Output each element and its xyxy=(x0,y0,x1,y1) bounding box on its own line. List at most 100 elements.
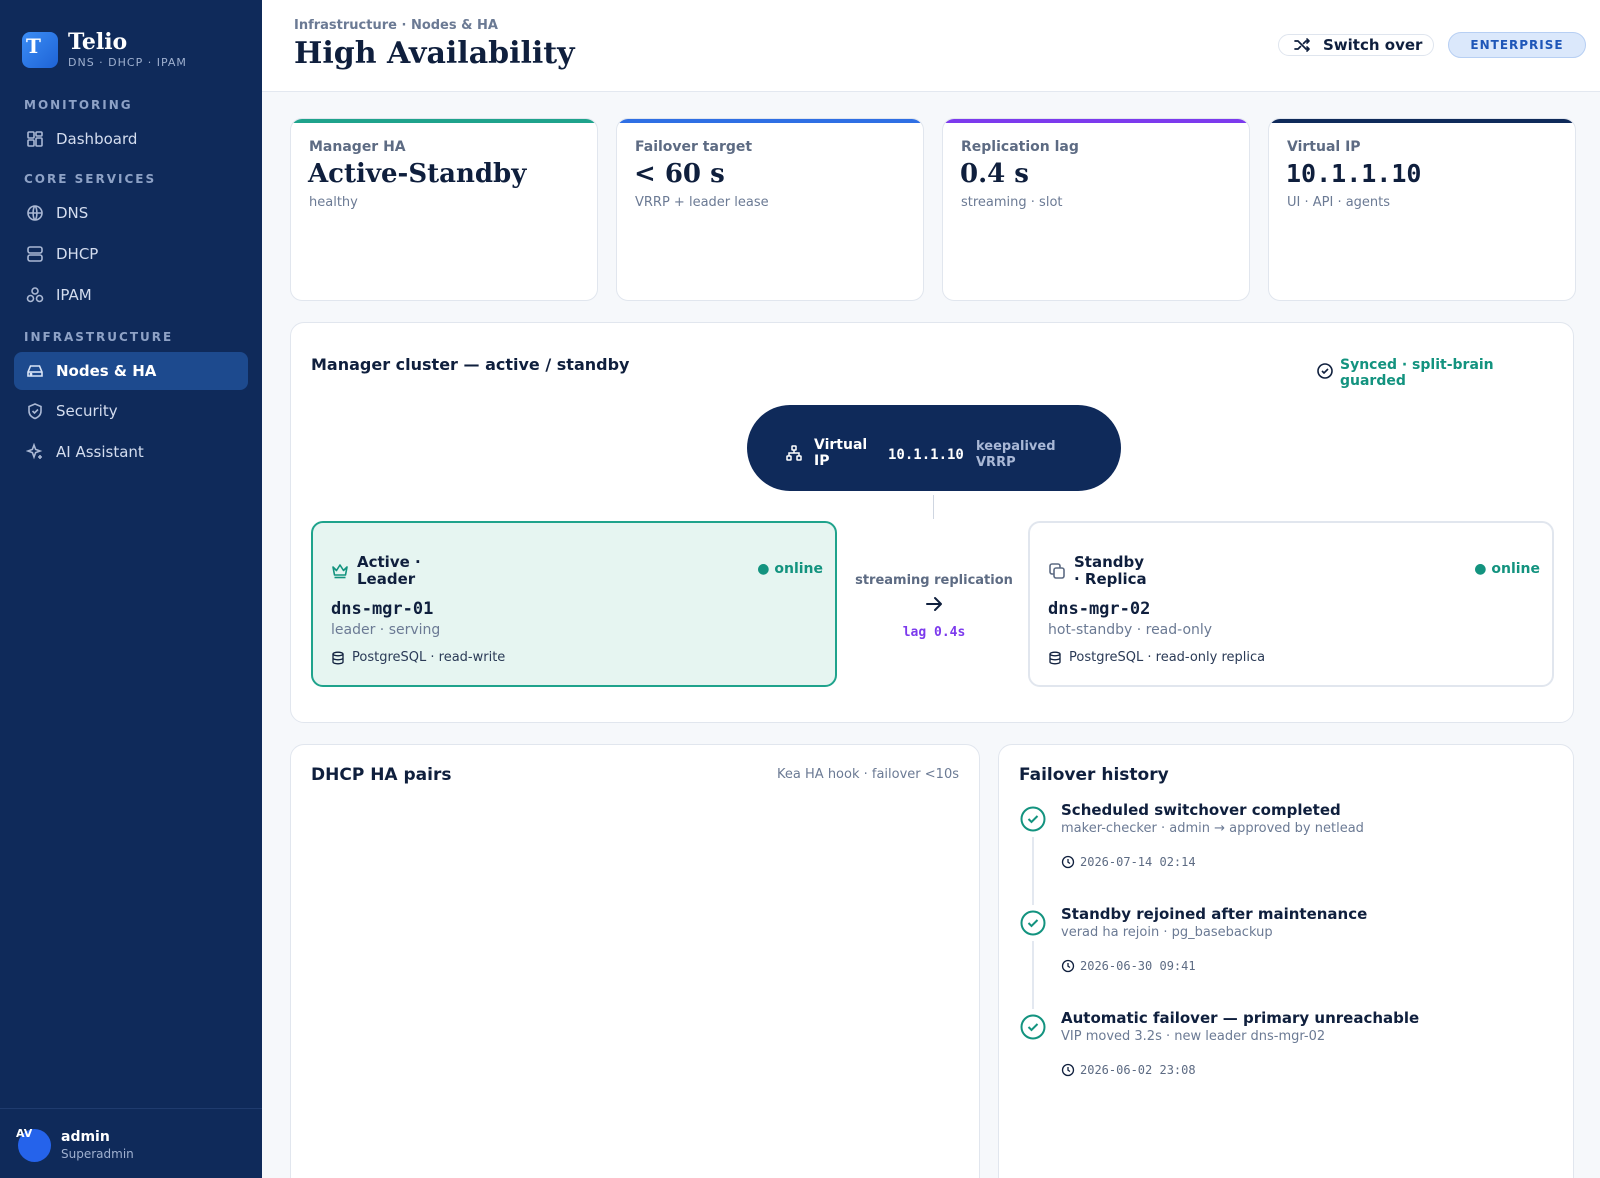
event-title: Automatic failover — primary unreachable xyxy=(1061,1009,1420,1027)
dhcp-panel-title: DHCP HA pairs xyxy=(311,765,452,785)
node-role: Standby · Replica xyxy=(1048,554,1154,588)
user-profile[interactable]: AV admin Superadmin xyxy=(0,1108,262,1178)
event-detail: maker-checker · admin → approved by netl… xyxy=(1061,821,1364,836)
sidebar-item-dhcp[interactable]: DHCP xyxy=(14,235,248,273)
check-circle-icon xyxy=(1020,910,1046,936)
server-icon xyxy=(27,246,43,262)
sidebar-item-label: AI Assistant xyxy=(56,443,144,461)
node-role: Active · Leader xyxy=(331,554,437,588)
event-title: Standby rejoined after maintenance xyxy=(1061,905,1368,923)
sync-status: Synced · split-brain guarded xyxy=(1316,357,1510,389)
dhcp-panel-meta: Kea HA hook · failover <10s xyxy=(777,767,959,782)
node-description: hot-standby · read-only xyxy=(1048,622,1213,638)
event-time: 2026-06-30 09:41 xyxy=(1061,959,1196,973)
clock-icon xyxy=(1061,855,1075,869)
arrow-right-icon xyxy=(926,597,942,611)
stat-sub: VRRP + leader lease xyxy=(635,195,769,210)
node-database: PostgreSQL · read-only replica xyxy=(1048,650,1265,665)
clock-icon xyxy=(1061,1063,1075,1077)
stat-value: 0.4 s xyxy=(960,159,1029,189)
sidebar-item-label: Security xyxy=(56,402,118,420)
cluster-panel: Manager cluster — active / standby Synce… xyxy=(290,322,1574,723)
node-status: ● online xyxy=(1474,561,1540,577)
database-icon xyxy=(332,651,344,664)
stat-card-manager-ha: Manager HA Active-Standby healthy xyxy=(290,118,598,301)
dhcp-ha-panel: DHCP HA pairs Kea HA hook · failover <10… xyxy=(290,744,980,1178)
stat-sub: streaming · slot xyxy=(961,195,1063,210)
event-title: Scheduled switchover completed xyxy=(1061,801,1341,819)
node-hostname: dns-mgr-02 xyxy=(1048,599,1151,619)
stat-label: Replication lag xyxy=(961,139,1079,155)
stat-label: Failover target xyxy=(635,139,753,155)
vip-tech: keepalived VRRP xyxy=(976,439,1056,470)
sidebar-item-ipam[interactable]: IPAM xyxy=(14,276,248,314)
sidebar-item-label: Dashboard xyxy=(56,130,138,148)
brand-subtitle: DNS · DHCP · IPAM xyxy=(68,56,187,69)
logo: T xyxy=(22,31,58,68)
stat-value: 10.1.1.10 xyxy=(1286,159,1422,188)
shield-icon xyxy=(28,403,42,420)
sidebar-item-label: Nodes & HA xyxy=(56,362,157,380)
network-icon xyxy=(26,287,44,303)
stat-sub: UI · API · agents xyxy=(1287,195,1391,210)
sidebar-item-dashboard[interactable]: Dashboard xyxy=(14,120,248,158)
check-circle-icon xyxy=(1020,806,1046,832)
sidebar-item-security[interactable]: Security xyxy=(14,392,248,430)
stat-card-replication-lag: Replication lag 0.4 s streaming · slot xyxy=(942,118,1250,301)
node-hostname: dns-mgr-01 xyxy=(331,599,434,619)
sidebar-item-nodes-ha[interactable]: Nodes & HA xyxy=(14,352,248,390)
nav-section-infrastructure: INFRASTRUCTURE xyxy=(24,330,174,344)
dashboard-icon xyxy=(27,131,43,147)
stat-sub: healthy xyxy=(309,195,358,210)
connector-line xyxy=(933,495,934,519)
node-card-active[interactable]: Active · Leader ● online dns-mgr-01 lead… xyxy=(311,521,837,687)
sparkle-icon xyxy=(26,443,43,460)
failover-history-panel: Failover history Scheduled switchover co… xyxy=(998,744,1574,1178)
page-title: High Availability xyxy=(294,36,575,71)
node-database: PostgreSQL · read-write xyxy=(331,650,505,665)
user-role: Superadmin xyxy=(61,1147,134,1161)
replication-label: streaming replication xyxy=(855,573,1013,588)
stat-card-virtual-ip: Virtual IP 10.1.1.10 UI · API · agents xyxy=(1268,118,1576,301)
brand-name: Telio xyxy=(68,29,128,55)
history-panel-title: Failover history xyxy=(1019,765,1169,785)
sidebar: T Telio DNS · DHCP · IPAM MONITORING Das… xyxy=(0,0,262,1178)
virtual-ip-node[interactable]: Virtual IP 10.1.1.10 keepalived VRRP xyxy=(747,405,1121,491)
switch-over-label: Switch over xyxy=(1323,36,1423,54)
sidebar-item-dns[interactable]: DNS xyxy=(14,194,248,232)
stat-label: Manager HA xyxy=(309,139,406,155)
network-hub-icon xyxy=(786,445,802,461)
event-time: 2026-07-14 02:14 xyxy=(1061,855,1196,869)
sidebar-item-label: DNS xyxy=(56,204,89,222)
stat-card-failover-target: Failover target < 60 s VRRP + leader lea… xyxy=(616,118,924,301)
check-circle-icon xyxy=(1020,1014,1046,1040)
drive-icon xyxy=(27,365,43,377)
event-detail: verad ha rejoin · pg_basebackup xyxy=(1061,925,1273,940)
sidebar-item-label: IPAM xyxy=(56,286,92,304)
event-detail: VIP moved 3.2s · new leader dns-mgr-02 xyxy=(1061,1029,1326,1044)
stat-label: Virtual IP xyxy=(1287,139,1361,155)
database-icon xyxy=(1049,651,1061,664)
enterprise-badge: ENTERPRISE xyxy=(1448,32,1586,58)
globe-icon xyxy=(27,205,43,221)
shuffle-icon xyxy=(1294,38,1310,52)
crown-icon xyxy=(332,564,348,579)
nav-section-core-services: CORE SERVICES xyxy=(24,172,157,186)
user-name: admin xyxy=(61,1129,110,1145)
node-card-standby[interactable]: Standby · Replica ● online dns-mgr-02 ho… xyxy=(1028,521,1554,687)
avatar: AV xyxy=(16,1127,51,1162)
replication-lag: lag 0.4s xyxy=(902,625,966,640)
sidebar-item-ai-assistant[interactable]: AI Assistant xyxy=(14,433,248,471)
stat-value: Active-Standby xyxy=(308,159,527,189)
node-description: leader · serving xyxy=(331,622,441,638)
clock-icon xyxy=(1061,959,1075,973)
cluster-title: Manager cluster — active / standby xyxy=(311,355,630,374)
brand[interactable]: T Telio DNS · DHCP · IPAM xyxy=(22,30,187,69)
sidebar-item-label: DHCP xyxy=(56,245,99,263)
vip-address: 10.1.1.10 xyxy=(888,447,964,463)
vip-label: Virtual IP xyxy=(814,437,868,469)
check-circle-icon xyxy=(1317,363,1333,379)
node-status: ● online xyxy=(757,561,823,577)
breadcrumb: Infrastructure · Nodes & HA xyxy=(294,18,498,33)
switch-over-button[interactable]: Switch over xyxy=(1278,34,1434,56)
